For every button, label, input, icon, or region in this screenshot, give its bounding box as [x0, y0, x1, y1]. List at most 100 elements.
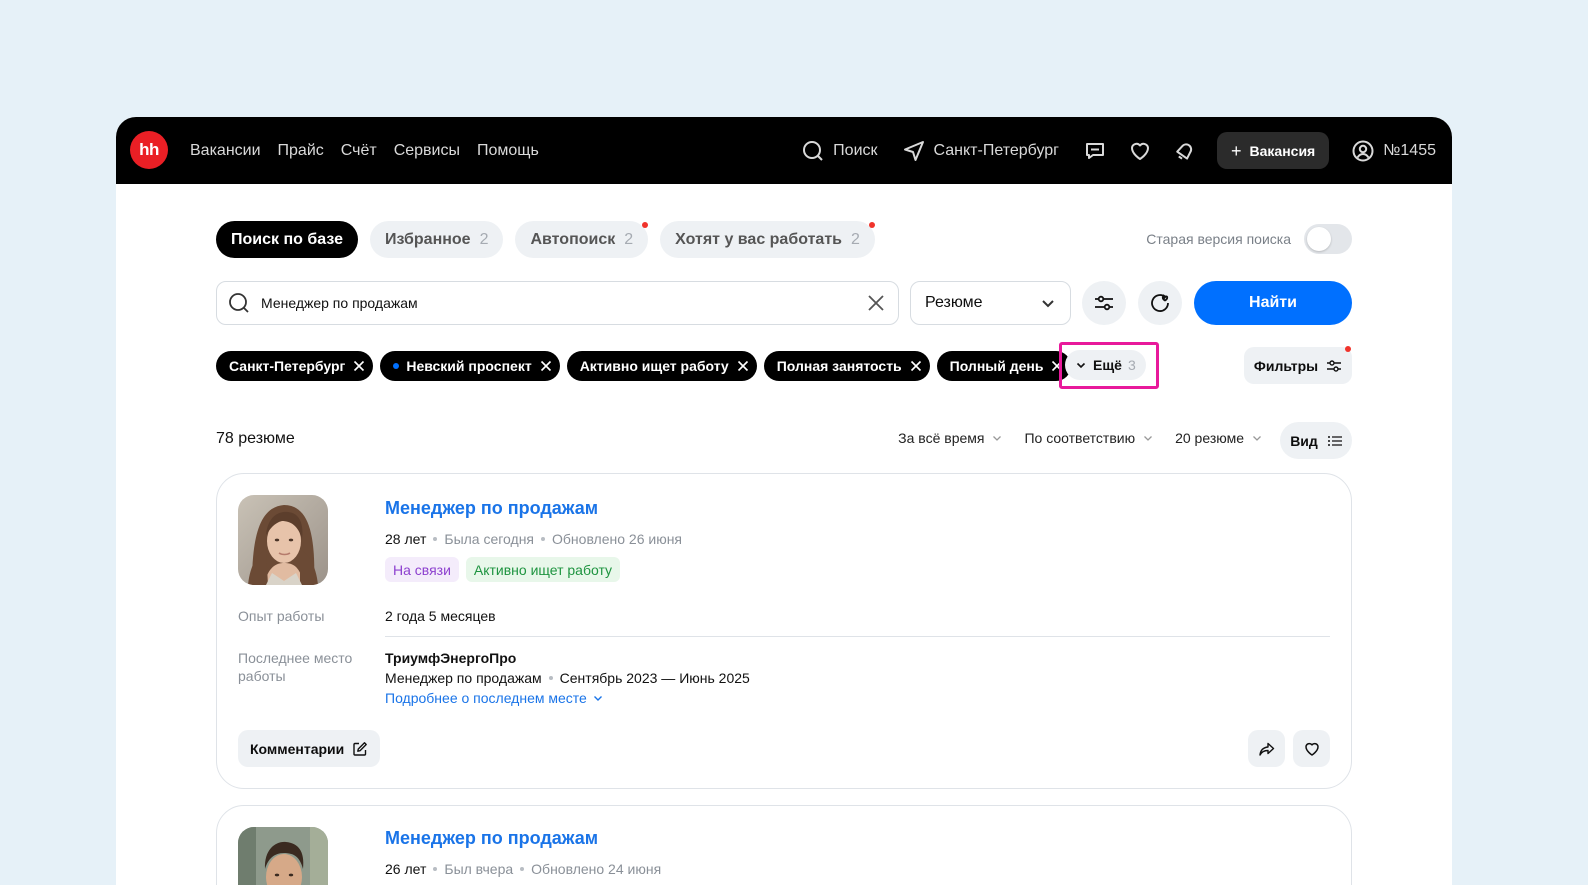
period-select[interactable]: За всё время [898, 430, 1002, 446]
tab-database-search[interactable]: Поиск по базе [216, 221, 358, 258]
tab-label: Автопоиск [530, 230, 616, 248]
nav-help[interactable]: Помощь [477, 142, 539, 160]
avatar[interactable] [238, 827, 328, 885]
per-page-value: 20 резюме [1175, 430, 1244, 446]
results-count: 78 резюме [216, 430, 295, 447]
filter-chip-schedule[interactable]: Полный день [936, 351, 1072, 381]
tab-label: Избранное [384, 230, 471, 248]
last-seen: Был вчера [444, 861, 514, 877]
per-page-select[interactable]: 20 резюме [1175, 430, 1262, 446]
company-name: ТриумфЭнергоПро [385, 650, 517, 666]
city-label: Санкт-Петербург [933, 141, 1059, 159]
separator-dot [541, 537, 546, 541]
search-icon [227, 291, 251, 315]
add-vacancy-label: Вакансия [1249, 142, 1316, 159]
find-button[interactable]: Найти [1194, 281, 1352, 325]
search-type-select[interactable]: Резюме [910, 281, 1071, 325]
tab-favorites[interactable]: Избранное 2 [369, 221, 504, 258]
share-icon [1258, 742, 1274, 756]
last-seen: Была сегодня [444, 531, 535, 547]
saved-search-button[interactable] [1138, 281, 1182, 325]
account-menu[interactable]: №1455 [1351, 139, 1436, 163]
chat-icon[interactable] [1083, 139, 1107, 163]
view-button[interactable]: Вид [1280, 422, 1352, 459]
resume-badges: На связи Активно ищет работу [385, 557, 621, 582]
search-type-value: Резюме [925, 294, 983, 311]
search-icon [801, 139, 825, 163]
search-settings-button[interactable] [1082, 281, 1126, 325]
status-badge: Активно ищет работу [465, 557, 621, 582]
comments-button[interactable]: Комментарии [238, 730, 381, 767]
more-count: 3 [1127, 357, 1136, 373]
notification-dot [642, 222, 649, 228]
remove-chip-icon[interactable] [540, 360, 552, 372]
main-nav: Вакансии Прайс Счёт Сервисы Помощь [190, 117, 539, 184]
age: 26 лет [385, 861, 427, 877]
position: Менеджер по продажам [385, 670, 542, 686]
add-vacancy-button[interactable]: + Вакансия [1217, 132, 1330, 169]
order-value: По соответствию [1024, 430, 1136, 446]
resume-card: Менеджер по продажам 26 лет Был вчера Об… [216, 805, 1352, 885]
view-label: Вид [1290, 432, 1318, 449]
separator-dot [520, 867, 525, 871]
more-link-label: Подробнее о последнем месте [385, 690, 587, 706]
sort-controls: За всё время По соответствию 20 резюме [898, 430, 1262, 446]
resume-title[interactable]: Менеджер по продажам [385, 828, 598, 849]
notification-dot [868, 222, 875, 228]
work-period: Сентябрь 2023 — Июнь 2025 [559, 670, 750, 686]
nav-services[interactable]: Сервисы [394, 142, 460, 160]
chevron-down-icon [593, 696, 602, 701]
clear-icon[interactable] [864, 291, 888, 315]
tab-count: 2 [624, 230, 634, 248]
experience-label: Опыт работы [238, 608, 325, 624]
chevron-down-icon [993, 436, 1002, 441]
hh-logo[interactable]: hh [130, 131, 168, 169]
search-link-label: Поиск [833, 141, 878, 159]
experience-value: 2 года 5 месяцев [385, 608, 496, 624]
chevron-down-icon [1036, 291, 1060, 315]
filter-chip-metro[interactable]: Невский проспект [380, 351, 560, 381]
remove-chip-icon[interactable] [353, 360, 365, 372]
old-version-toggle[interactable] [1304, 224, 1352, 254]
resume-card: Менеджер по продажам 28 лет Была сегодня… [216, 473, 1352, 789]
filter-chip-employment[interactable]: Полная занятость [763, 351, 930, 381]
share-button[interactable] [1248, 730, 1285, 767]
filters-button[interactable]: Фильтры [1244, 346, 1352, 384]
notification-dot [1345, 346, 1351, 352]
tab-autosearch[interactable]: Автопоиск 2 [515, 221, 649, 258]
search-link[interactable]: Поиск [801, 139, 878, 163]
nav-vacancies[interactable]: Вакансии [190, 142, 261, 160]
chip-label: Санкт-Петербург [229, 358, 346, 374]
filters-label: Фильтры [1253, 357, 1319, 374]
separator-dot [433, 867, 438, 871]
active-filter-chips: Санкт-Петербург Невский проспект Активно… [216, 351, 1072, 381]
city-selector[interactable]: Санкт-Петербург [902, 139, 1059, 163]
filter-chip-city[interactable]: Санкт-Петербург [216, 351, 374, 381]
more-filters-chip[interactable]: Ещё 3 [1065, 350, 1146, 380]
metro-line-dot [393, 363, 400, 369]
resume-meta: 26 лет Был вчера Обновлено 24 июня [385, 861, 661, 877]
order-select[interactable]: По соответствию [1024, 430, 1153, 446]
chip-label: Полная занятость [776, 358, 902, 374]
avatar[interactable] [238, 495, 328, 585]
search-field[interactable]: Менеджер по продажам [216, 281, 899, 325]
remove-chip-icon[interactable] [910, 360, 922, 372]
comments-label: Комментарии [250, 740, 345, 757]
remove-chip-icon[interactable] [737, 360, 749, 372]
bell-icon[interactable] [1173, 139, 1197, 163]
last-place-more-link[interactable]: Подробнее о последнем месте [385, 688, 603, 708]
edit-icon [353, 741, 368, 756]
search-input[interactable]: Менеджер по продажам [261, 295, 854, 311]
nav-account-bill[interactable]: Счёт [341, 142, 377, 160]
contact-badge: На связи [385, 557, 459, 582]
heart-icon[interactable] [1128, 139, 1152, 163]
nav-price[interactable]: Прайс [278, 142, 324, 160]
toggle-knob [1307, 227, 1331, 251]
chevron-down-icon [1076, 362, 1086, 369]
old-version-label: Старая версия поиска [1146, 231, 1291, 247]
favorite-button[interactable] [1293, 730, 1330, 767]
tab-want-to-work[interactable]: Хотят у вас работать 2 [660, 221, 875, 258]
tab-label: Поиск по базе [231, 230, 343, 248]
filter-chip-job-search-status[interactable]: Активно ищет работу [566, 351, 757, 381]
resume-title[interactable]: Менеджер по продажам [385, 498, 598, 519]
